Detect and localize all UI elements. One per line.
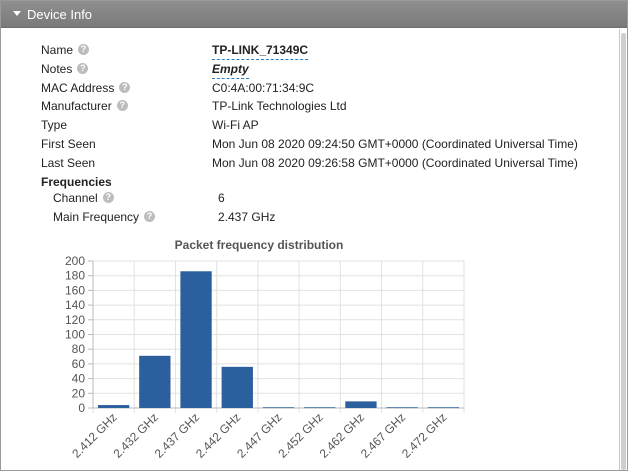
y-tick-label: 80 bbox=[72, 342, 86, 356]
first-seen-value: Mon Jun 08 2020 09:24:50 GMT+0000 (Coord… bbox=[212, 137, 578, 151]
device-name-value[interactable]: TP-LINK_71349C bbox=[212, 41, 309, 60]
panel-title: Device Info bbox=[27, 7, 93, 22]
type-value: Wi-Fi AP bbox=[212, 118, 259, 132]
help-icon[interactable]: ? bbox=[144, 211, 156, 223]
field-label-channel: Channel bbox=[53, 191, 98, 205]
y-tick-label: 60 bbox=[72, 357, 86, 371]
help-icon[interactable]: ? bbox=[116, 100, 128, 112]
bar bbox=[221, 366, 253, 408]
help-icon[interactable]: ? bbox=[78, 44, 90, 56]
bar bbox=[180, 271, 212, 408]
bar bbox=[386, 407, 418, 409]
y-tick-label: 180 bbox=[65, 269, 85, 283]
mac-address-value: C0:4A:00:71:34:9C bbox=[212, 81, 315, 95]
main-frequency-value: 2.437 GHz bbox=[218, 210, 276, 224]
field-label-first-seen: First Seen bbox=[41, 137, 96, 151]
bar bbox=[97, 405, 130, 408]
y-tick-label: 120 bbox=[65, 313, 85, 327]
y-tick-label: 0 bbox=[78, 401, 85, 415]
field-label-last-seen: Last Seen bbox=[41, 156, 96, 170]
y-tick-label: 140 bbox=[65, 298, 85, 312]
packet-frequency-chart: 0204060801001201401601802002.412 GHz2.43… bbox=[65, 254, 465, 461]
field-label-mac: MAC Address bbox=[41, 81, 115, 95]
y-tick-label: 200 bbox=[65, 254, 85, 268]
help-icon[interactable]: ? bbox=[77, 63, 89, 75]
vertical-scrollbar[interactable] bbox=[619, 29, 627, 470]
help-icon[interactable]: ? bbox=[119, 82, 131, 94]
field-label-manufacturer: Manufacturer bbox=[41, 99, 112, 113]
field-label-type: Type bbox=[41, 118, 68, 132]
scrollbar-thumb[interactable] bbox=[621, 33, 626, 470]
y-tick-label: 100 bbox=[65, 328, 85, 342]
last-seen-value: Mon Jun 08 2020 09:26:58 GMT+0000 (Coord… bbox=[212, 156, 578, 170]
bar bbox=[304, 407, 336, 409]
device-info-panel: Device Info Name? TP-LINK_71349C Notes? … bbox=[0, 0, 628, 471]
bar bbox=[427, 407, 460, 409]
bar bbox=[345, 401, 377, 408]
collapse-caret-icon[interactable] bbox=[13, 11, 21, 17]
y-tick-label: 20 bbox=[72, 386, 86, 400]
manufacturer-value: TP-Link Technologies Ltd bbox=[212, 99, 347, 113]
y-tick-label: 40 bbox=[72, 372, 86, 386]
x-tick-label: 2.472 GHz bbox=[399, 410, 449, 460]
field-label-notes: Notes bbox=[41, 62, 73, 76]
y-tick-label: 160 bbox=[65, 283, 85, 297]
notes-value[interactable]: Empty bbox=[212, 60, 249, 79]
channel-value: 6 bbox=[218, 191, 225, 205]
panel-header[interactable]: Device Info bbox=[1, 1, 627, 28]
bar bbox=[139, 355, 171, 408]
bar bbox=[262, 407, 295, 409]
help-icon[interactable]: ? bbox=[102, 192, 114, 204]
field-label-name: Name bbox=[41, 43, 74, 57]
panel-content: Name? TP-LINK_71349C Notes? Empty MAC Ad… bbox=[1, 29, 627, 470]
field-label-main-frequency: Main Frequency bbox=[53, 210, 140, 224]
